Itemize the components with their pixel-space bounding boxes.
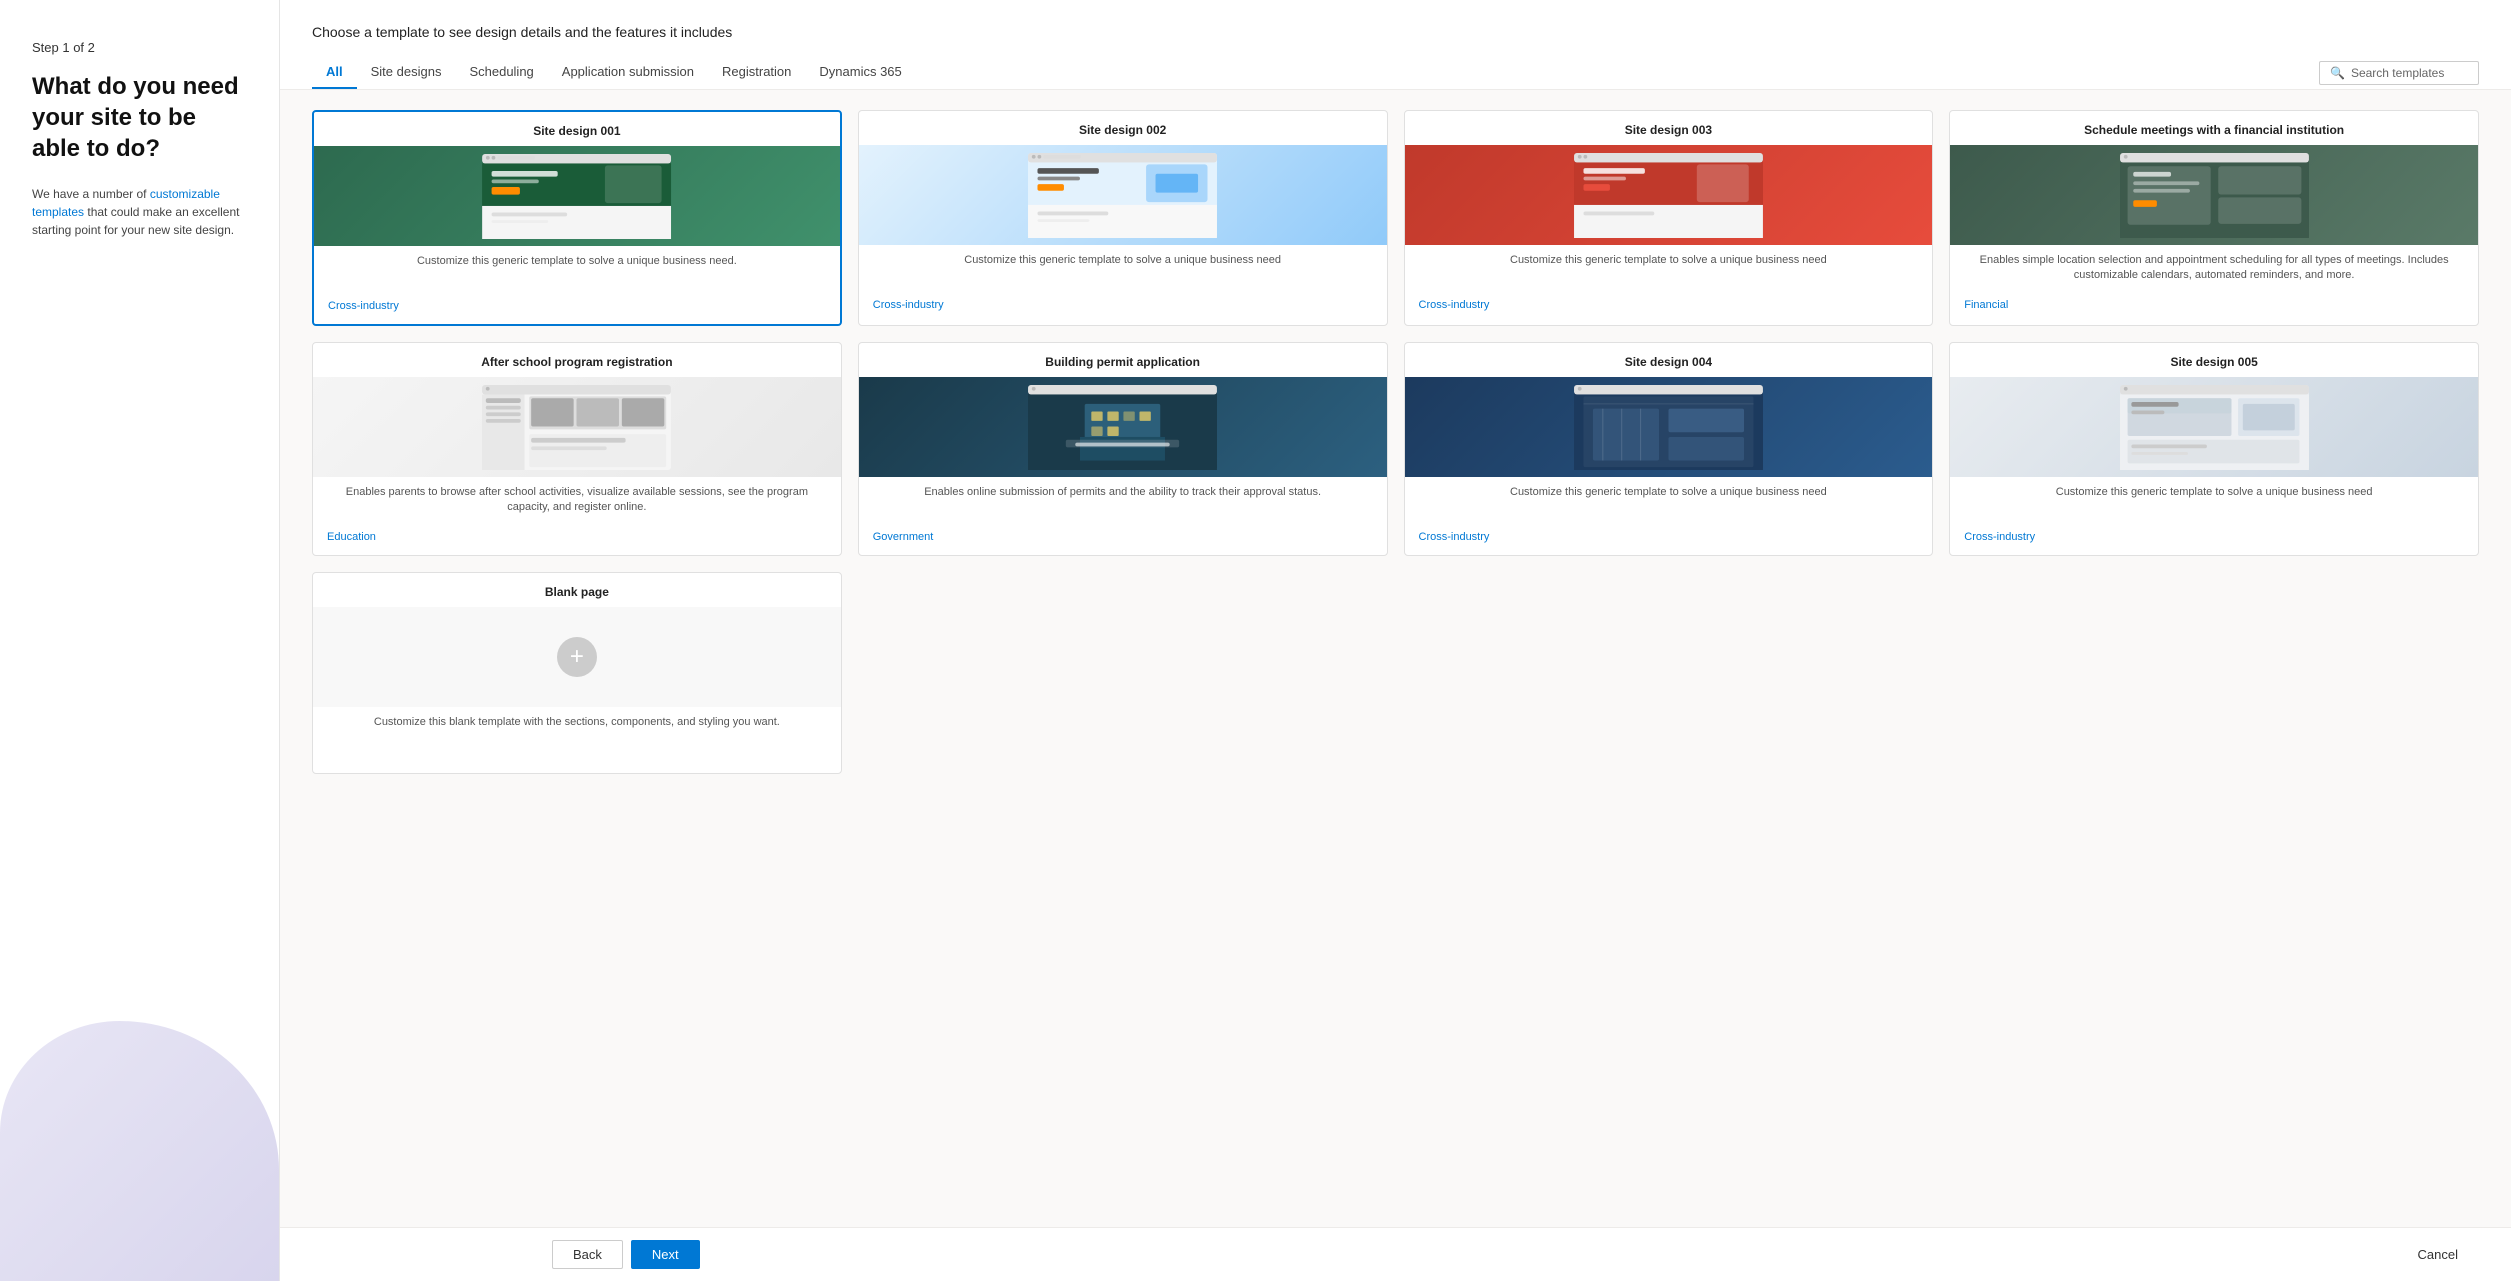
card-tag: Education bbox=[313, 525, 841, 555]
template-card-after-school[interactable]: After school program registration bbox=[312, 342, 842, 556]
add-icon: + bbox=[557, 637, 597, 677]
tab-all[interactable]: All bbox=[312, 56, 357, 89]
card-title: Site design 001 bbox=[314, 112, 840, 146]
card-title: After school program registration bbox=[313, 343, 841, 377]
tab-dynamics-365[interactable]: Dynamics 365 bbox=[805, 56, 915, 89]
card-description: Customize this generic template to solve… bbox=[1405, 245, 1933, 293]
card-image bbox=[313, 377, 841, 477]
card-title: Blank page bbox=[313, 573, 841, 607]
template-card-site-design-002[interactable]: Site design 002 bbox=[858, 110, 1388, 326]
template-grid: Site design 001 bbox=[312, 110, 2479, 774]
card-image bbox=[859, 377, 1387, 477]
card-image bbox=[1405, 377, 1933, 477]
template-card-site-design-001[interactable]: Site design 001 bbox=[312, 110, 842, 326]
card-title: Site design 003 bbox=[1405, 111, 1933, 145]
left-panel: Step 1 of 2 What do you need your site t… bbox=[0, 0, 280, 1281]
main-heading: What do you need your site to be able to… bbox=[32, 71, 247, 165]
footer-right: Cancel bbox=[2397, 1240, 2479, 1269]
card-description: Customize this generic template to solve… bbox=[1950, 477, 2478, 525]
card-description: Customize this blank template with the s… bbox=[313, 707, 841, 755]
tab-application-submission[interactable]: Application submission bbox=[548, 56, 708, 89]
next-button[interactable]: Next bbox=[631, 1240, 700, 1269]
tab-scheduling[interactable]: Scheduling bbox=[455, 56, 547, 89]
tabs-row: All Site designs Scheduling Application … bbox=[312, 56, 2479, 89]
card-title: Schedule meetings with a financial insti… bbox=[1950, 111, 2478, 145]
template-card-site-design-004[interactable]: Site design 004 bbox=[1404, 342, 1934, 556]
search-icon: 🔍 bbox=[2330, 66, 2345, 80]
tab-registration[interactable]: Registration bbox=[708, 56, 805, 89]
search-box[interactable]: 🔍 Search templates bbox=[2319, 61, 2479, 85]
description: We have a number of customizable templat… bbox=[32, 185, 247, 239]
card-description: Enables parents to browse after school a… bbox=[313, 477, 841, 525]
card-description: Enables simple location selection and ap… bbox=[1950, 245, 2478, 293]
card-tag: Cross-industry bbox=[314, 294, 840, 324]
card-description: Customize this generic template to solve… bbox=[1405, 477, 1933, 525]
card-tag bbox=[313, 755, 841, 773]
template-card-site-design-005[interactable]: Site design 005 bbox=[1949, 342, 2479, 556]
tab-list: All Site designs Scheduling Application … bbox=[312, 56, 916, 89]
card-description: Enables online submission of permits and… bbox=[859, 477, 1387, 525]
template-card-schedule-meetings[interactable]: Schedule meetings with a financial insti… bbox=[1949, 110, 2479, 326]
card-tag: Cross-industry bbox=[1950, 525, 2478, 555]
footer: Back Next Cancel bbox=[280, 1227, 2511, 1281]
card-image bbox=[859, 145, 1387, 245]
cancel-button[interactable]: Cancel bbox=[2397, 1240, 2479, 1269]
card-description: Customize this generic template to solve… bbox=[859, 245, 1387, 293]
card-image bbox=[1950, 145, 2478, 245]
footer-left: Back Next bbox=[312, 1240, 2397, 1269]
card-image bbox=[314, 146, 840, 246]
right-panel: Choose a template to see design details … bbox=[280, 0, 2511, 1281]
card-title: Site design 004 bbox=[1405, 343, 1933, 377]
decorative-bg bbox=[0, 1021, 279, 1281]
tab-site-designs[interactable]: Site designs bbox=[357, 56, 456, 89]
card-tag: Financial bbox=[1950, 293, 2478, 323]
card-image bbox=[1405, 145, 1933, 245]
panel-header: Choose a template to see design details … bbox=[280, 0, 2511, 90]
card-image bbox=[1950, 377, 2478, 477]
template-grid-container: Site design 001 bbox=[280, 90, 2511, 1227]
card-tag: Cross-industry bbox=[1405, 293, 1933, 323]
back-button[interactable]: Back bbox=[552, 1240, 623, 1269]
card-description: Customize this generic template to solve… bbox=[314, 246, 840, 294]
search-placeholder: Search templates bbox=[2351, 66, 2444, 80]
template-card-building-permit[interactable]: Building permit application bbox=[858, 342, 1388, 556]
template-card-site-design-003[interactable]: Site design 003 bbox=[1404, 110, 1934, 326]
card-tag: Government bbox=[859, 525, 1387, 555]
template-card-blank-page[interactable]: Blank page + Customize this blank templa… bbox=[312, 572, 842, 774]
step-label: Step 1 of 2 bbox=[32, 40, 247, 55]
panel-heading: Choose a template to see design details … bbox=[312, 24, 2479, 40]
card-tag: Cross-industry bbox=[859, 293, 1387, 323]
card-title: Site design 005 bbox=[1950, 343, 2478, 377]
card-title: Building permit application bbox=[859, 343, 1387, 377]
card-title: Site design 002 bbox=[859, 111, 1387, 145]
card-tag: Cross-industry bbox=[1405, 525, 1933, 555]
card-image: + bbox=[313, 607, 841, 707]
